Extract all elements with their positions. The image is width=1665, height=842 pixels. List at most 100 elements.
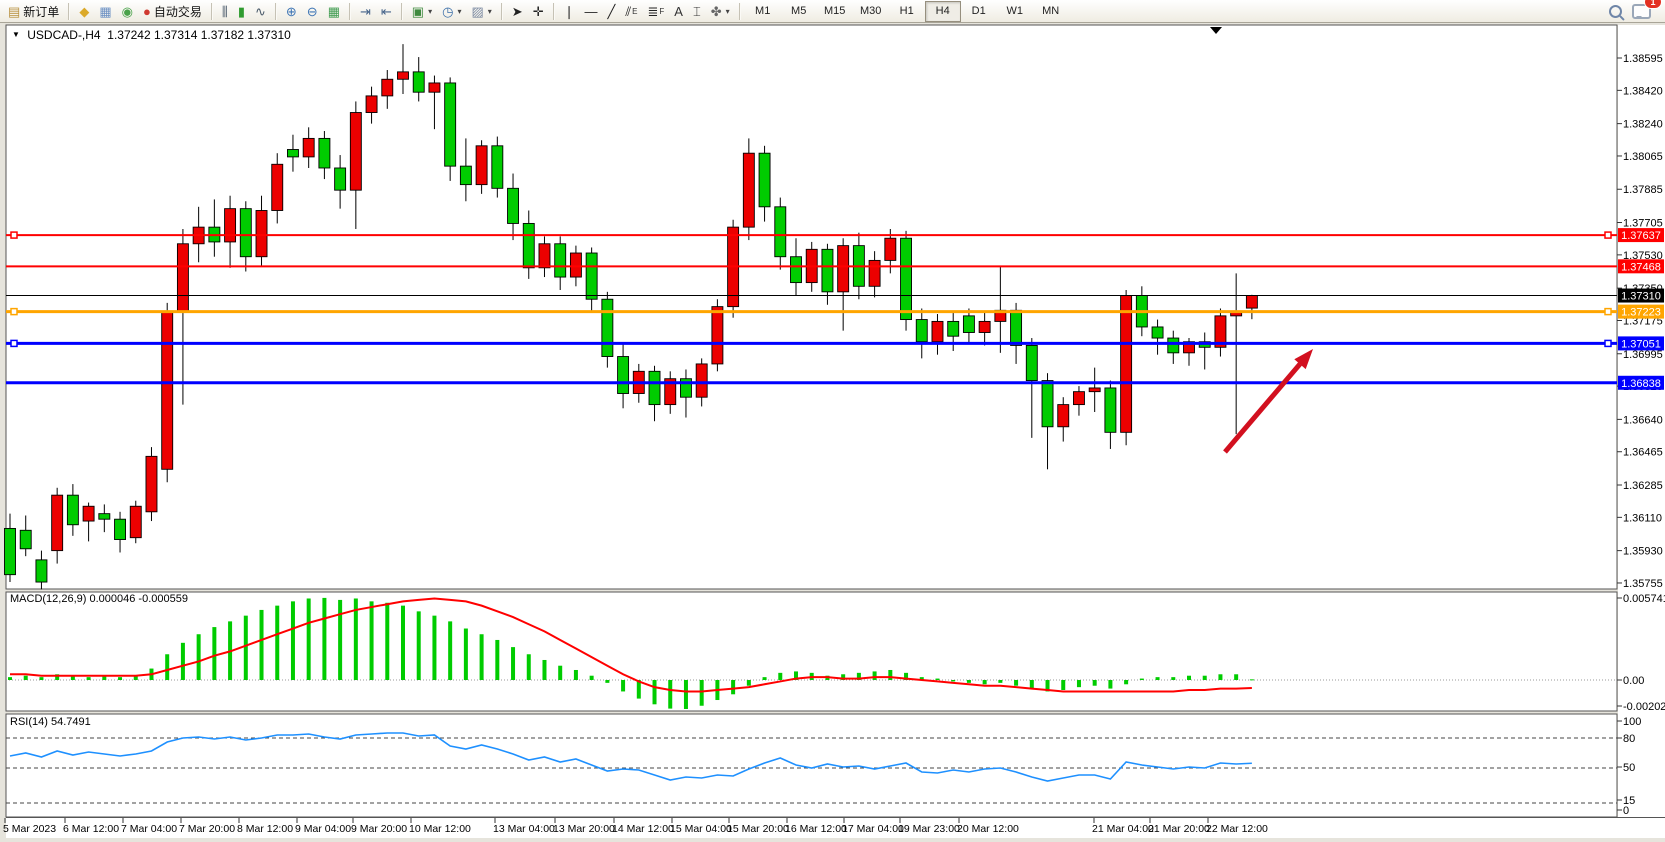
- chart-menu-icon[interactable]: ▼: [12, 30, 20, 39]
- candle-body: [948, 321, 959, 336]
- deposit-button[interactable]: ◆: [74, 0, 94, 22]
- timeframe-m30[interactable]: M30: [853, 1, 889, 22]
- gold-box-icon: ◆: [79, 5, 89, 18]
- toolbar-separator: [211, 3, 213, 20]
- toolbar-separator: [401, 3, 403, 20]
- zoom-out-icon: ⊖: [307, 5, 318, 18]
- new-chart-icon: ▣: [412, 5, 424, 18]
- candle-body: [429, 83, 440, 92]
- candle-body: [5, 528, 16, 574]
- chart-area[interactable]: 1.385951.384201.382401.380651.378851.377…: [0, 0, 1665, 842]
- text-button[interactable]: A: [669, 0, 688, 22]
- candle-body: [1121, 296, 1132, 433]
- candle-body: [1073, 392, 1084, 405]
- timeframe-h4[interactable]: H4: [925, 1, 961, 22]
- candle-body: [822, 249, 833, 292]
- cursor-button[interactable]: ➤: [507, 0, 528, 22]
- line-chart-button[interactable]: ∿: [250, 0, 271, 22]
- text-label-button[interactable]: ⌶: [688, 0, 706, 22]
- chevron-down-icon: ▾: [488, 7, 492, 16]
- chart-shift-button[interactable]: ⇤: [376, 0, 397, 22]
- templates-button[interactable]: ▨▾: [466, 0, 496, 22]
- candle-body: [335, 168, 346, 190]
- autotrading-button[interactable]: ●自动交易: [138, 0, 207, 22]
- time-tick-label: 13 Mar 20:00: [553, 823, 615, 835]
- bar-chart-icon: ⫼: [222, 5, 228, 18]
- time-tick-label: 16 Mar 12:00: [785, 823, 847, 835]
- chart-shift-icon: ⇤: [381, 5, 392, 18]
- line-drag-marker: [11, 309, 17, 315]
- bar-chart-button[interactable]: ⫼: [217, 0, 233, 22]
- new-chart-button[interactable]: ▣▾: [407, 0, 437, 22]
- notification-badge: 1: [1644, 0, 1662, 9]
- timeframe-w1[interactable]: W1: [997, 1, 1033, 22]
- time-tick-label: 10 Mar 12:00: [409, 823, 471, 835]
- clock-icon: ◷: [442, 5, 453, 18]
- time-tick-label: 21 Mar 04:00: [1092, 823, 1154, 835]
- time-tick-label: 15 Mar 04:00: [670, 823, 732, 835]
- candle-body: [1089, 388, 1100, 392]
- candle-body: [350, 113, 361, 191]
- candle-body: [523, 223, 534, 267]
- line-chart-icon: ∿: [255, 5, 266, 18]
- channel-icon-letter: E: [632, 7, 637, 16]
- equidistant-channel-button[interactable]: ⫽E: [620, 0, 642, 22]
- zoom-out-button[interactable]: ⊖: [302, 0, 323, 22]
- candle-body: [570, 253, 581, 277]
- price-tick-label: 1.36465: [1623, 447, 1663, 459]
- candle-body: [1042, 381, 1053, 427]
- timeframe-mn[interactable]: MN: [1033, 1, 1069, 22]
- crosshair-button[interactable]: ✛: [528, 0, 549, 22]
- vertical-line-button[interactable]: ❘: [559, 0, 580, 22]
- toolbar-separator: [275, 3, 277, 20]
- candle-body: [539, 244, 550, 268]
- new-order-button-label: 新订单: [23, 3, 59, 20]
- candle-body: [1058, 405, 1069, 427]
- main-price-panel: [6, 25, 1617, 589]
- profiles-button[interactable]: ◷▾: [437, 0, 466, 22]
- timeframe-m15[interactable]: M15: [817, 1, 853, 22]
- price-tick-label: 1.38595: [1623, 53, 1663, 65]
- toolbar: ▤新订单◆▦◉●自动交易⫼▮∿⊕⊖▦⇥⇤▣▾◷▾▨▾➤✛❘―╱⫽E≣FA⌶✤▾ …: [0, 0, 1665, 23]
- market-window-button[interactable]: ▦: [94, 0, 116, 22]
- rsi-value: 54.7491: [51, 716, 91, 728]
- candle-body: [759, 153, 770, 207]
- price-tag-label: 1.37468: [1621, 261, 1661, 273]
- price-tick-label: 1.37705: [1623, 218, 1663, 230]
- timeframe-h1[interactable]: H1: [889, 1, 925, 22]
- candle-body: [901, 238, 912, 319]
- rsi-tick-label: 80: [1623, 733, 1635, 745]
- arrows-button[interactable]: ✤▾: [706, 0, 735, 22]
- tile-windows-button[interactable]: ▦: [323, 0, 345, 22]
- candle-body: [287, 150, 298, 157]
- search-button[interactable]: [1604, 0, 1627, 22]
- timeframe-d1[interactable]: D1: [961, 1, 997, 22]
- macd-tick-label: 0.00: [1623, 675, 1644, 687]
- time-tick-label: 17 Mar 04:00: [842, 823, 904, 835]
- horizontal-line-button[interactable]: ―: [580, 0, 603, 22]
- timeframe-m5[interactable]: M5: [781, 1, 817, 22]
- timeframe-m1[interactable]: M1: [745, 1, 781, 22]
- candle-body: [838, 246, 849, 292]
- rsi-tick-label: 0: [1623, 805, 1629, 817]
- price-tick-label: 1.36285: [1623, 480, 1663, 492]
- price-tag-label: 1.37637: [1621, 230, 1661, 242]
- zoom-in-button[interactable]: ⊕: [281, 0, 302, 22]
- trendline-button[interactable]: ╱: [603, 0, 621, 22]
- macd-tick-label: -0.002027: [1623, 701, 1665, 713]
- candlestick-chart-button[interactable]: ▮: [233, 0, 250, 22]
- time-tick-label: 9 Mar 20:00: [351, 823, 407, 835]
- time-tick-label: 7 Mar 20:00: [179, 823, 235, 835]
- candle-body: [177, 244, 188, 312]
- candle-body: [445, 83, 456, 166]
- candlestick-icon: ▮: [238, 5, 245, 18]
- rsi-tick-label: 100: [1623, 716, 1641, 728]
- shapes-icon: ✤: [711, 5, 722, 18]
- notifications-button[interactable]: 1: [1627, 0, 1656, 22]
- signals-button[interactable]: ◉: [117, 0, 138, 22]
- auto-scroll-button[interactable]: ⇥: [355, 0, 376, 22]
- candle-body: [256, 211, 267, 257]
- new-order-button[interactable]: ▤新订单: [3, 0, 64, 22]
- fibonacci-button[interactable]: ≣F: [642, 0, 669, 22]
- chevron-down-icon: ▾: [457, 7, 461, 16]
